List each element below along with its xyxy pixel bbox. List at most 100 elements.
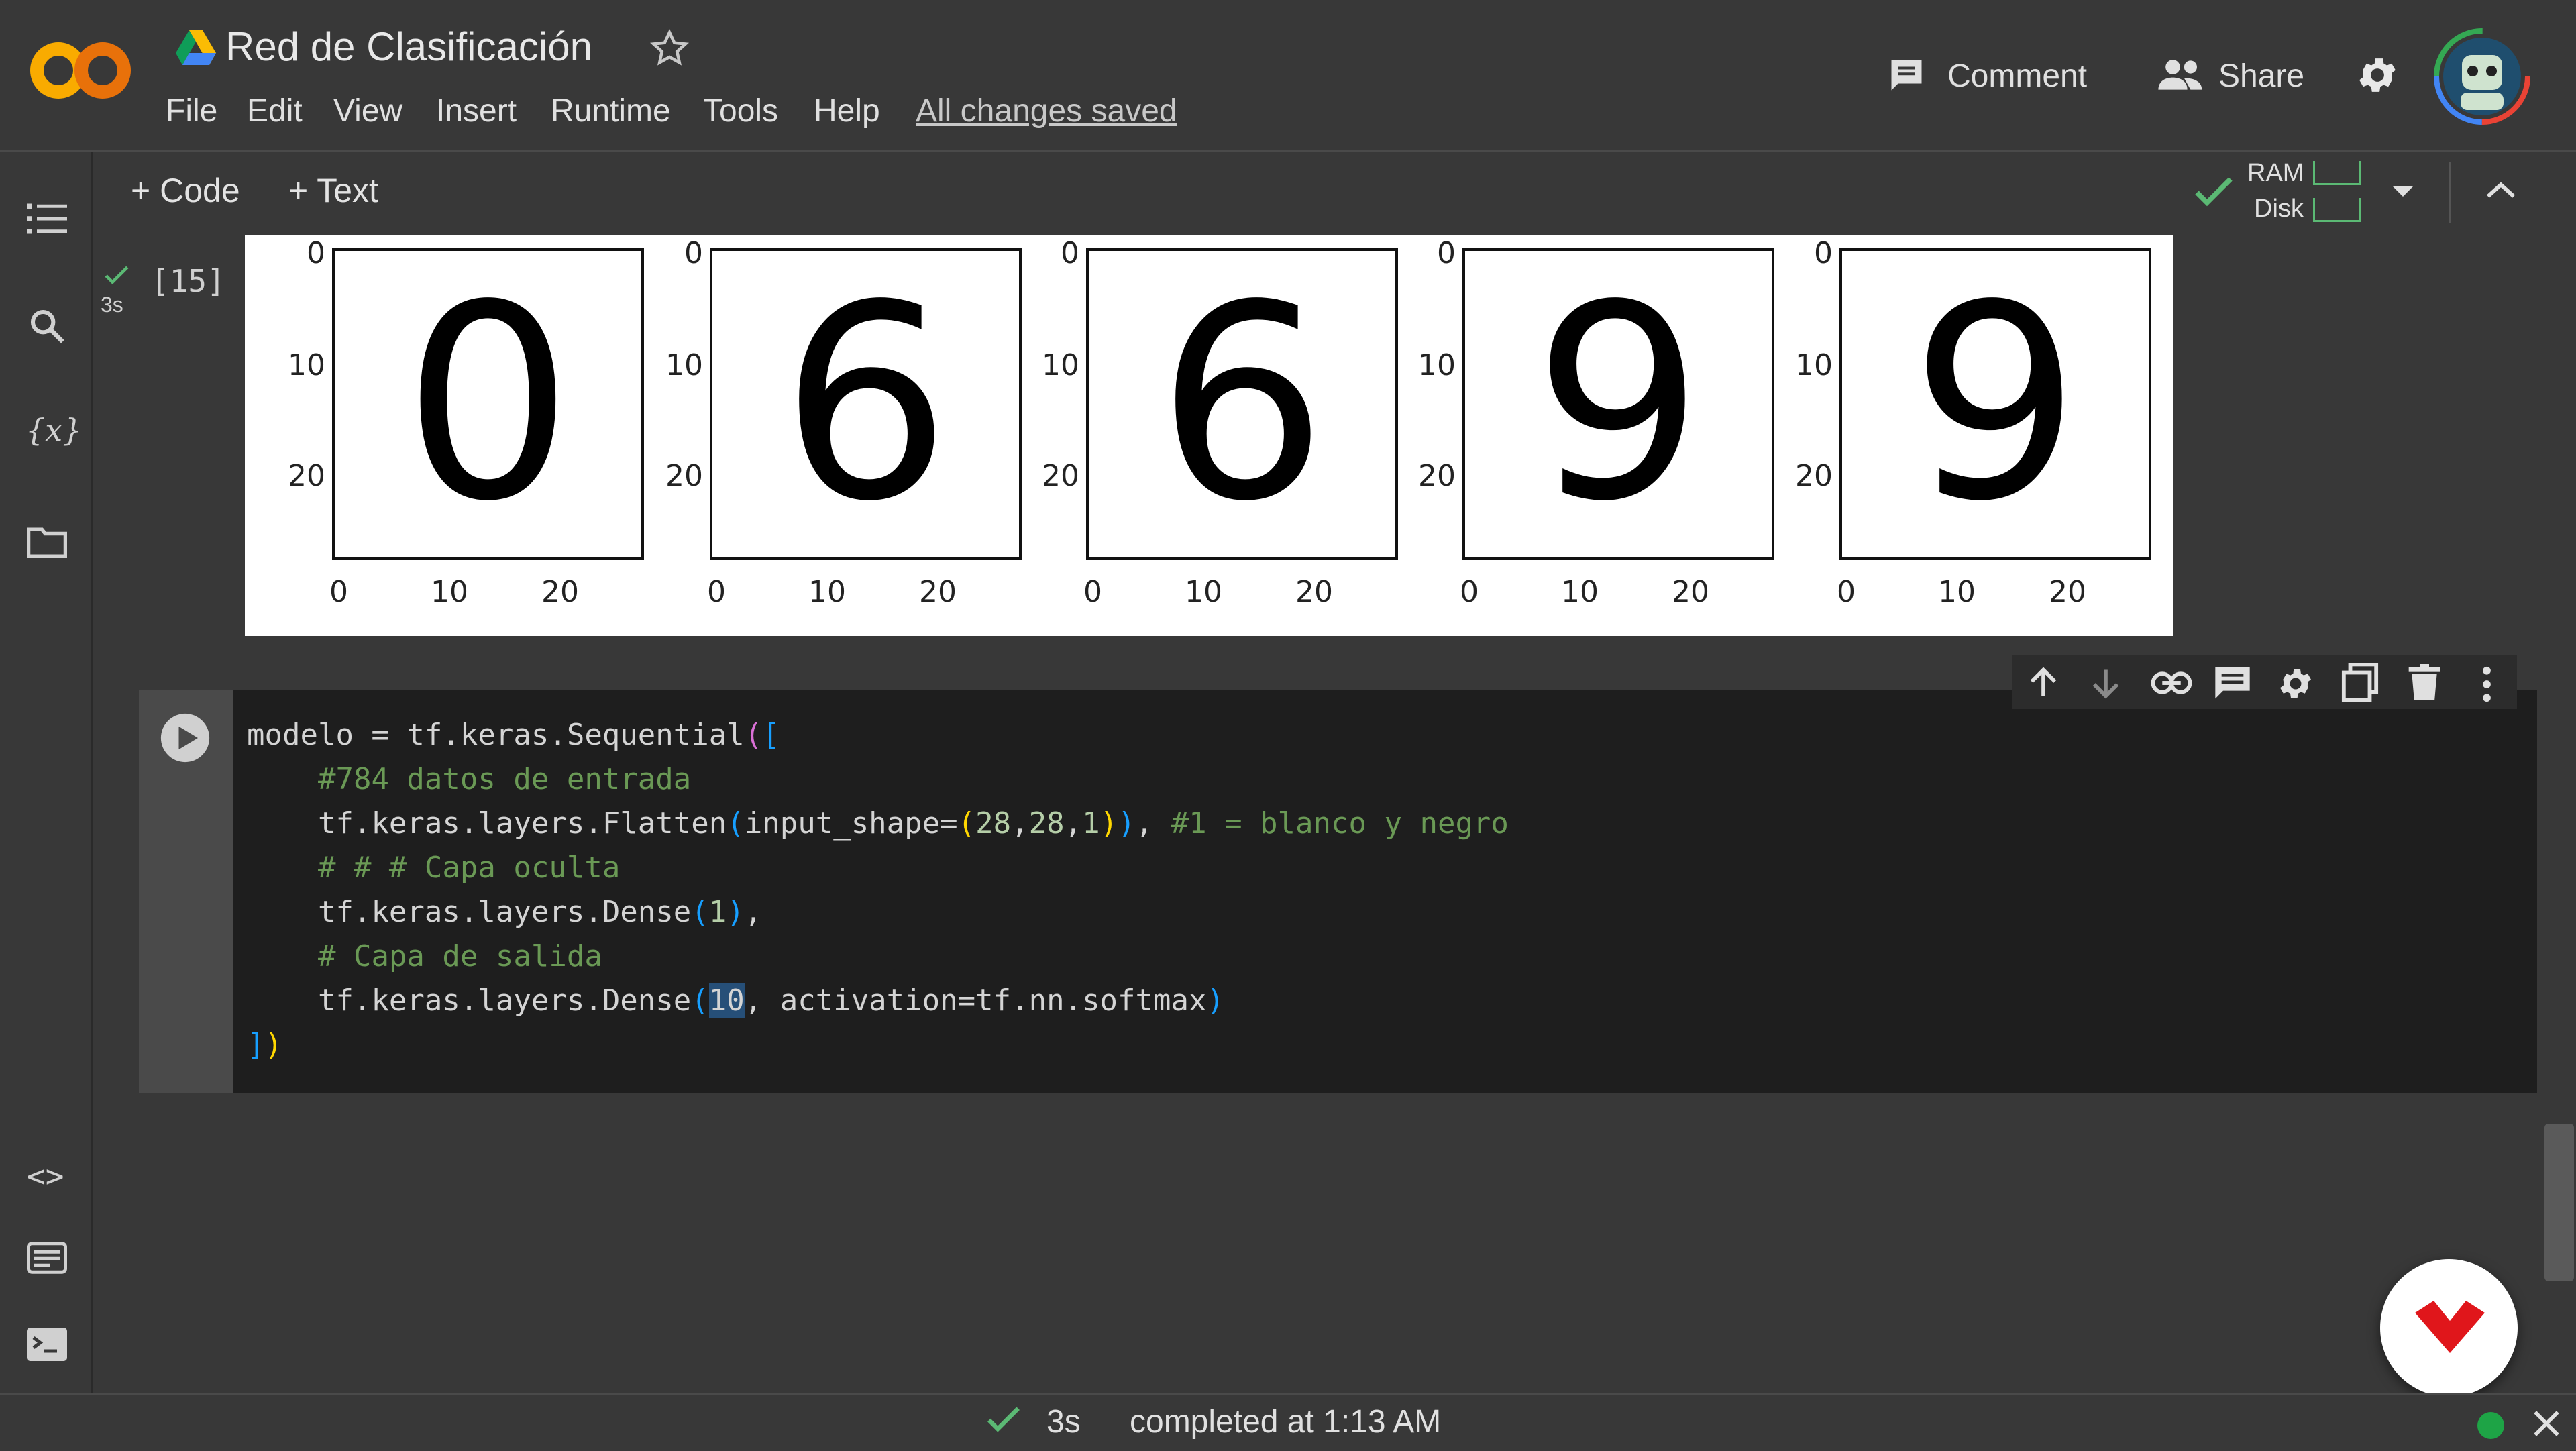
star-icon[interactable] [649, 28, 690, 68]
brand-logo-icon [2415, 1301, 2485, 1353]
code-token: ) [727, 895, 745, 929]
code-token: 1 [708, 895, 727, 929]
code-token: 10 [708, 983, 745, 1018]
menu-runtime[interactable]: Runtime [551, 93, 671, 129]
status-exec-time: 3s [1046, 1404, 1081, 1440]
ram-usage-bar[interactable] [2313, 161, 2361, 185]
cell-output-figure [245, 235, 2174, 636]
drive-icon[interactable] [176, 30, 216, 65]
code-line[interactable]: # # # Capa oculta [247, 846, 1509, 890]
code-token: ( [727, 806, 745, 841]
cell-exec-count: [15] [151, 263, 225, 299]
code-token: # Capa de salida [317, 939, 602, 973]
code-token: ) [264, 1028, 283, 1062]
variables-icon[interactable]: {x} [25, 412, 82, 448]
save-status-link[interactable]: All changes saved [916, 93, 1177, 129]
collapse-chevron-up-icon[interactable] [2485, 180, 2516, 200]
code-token: tf.keras.layers.Dense [317, 895, 692, 929]
add-code-button[interactable]: + Code [131, 171, 240, 210]
menu-tools[interactable]: Tools [703, 93, 778, 129]
code-token: ( [744, 718, 763, 752]
code-token: 28 [975, 806, 1012, 841]
connected-check-icon [2194, 176, 2234, 209]
code-editor[interactable]: modelo = tf.keras.Sequential([ #784 dato… [247, 713, 1509, 1067]
top-header: Red de Clasificación File Edit View Inse… [0, 0, 2576, 152]
menu-edit[interactable]: Edit [247, 93, 303, 129]
code-token: ( [691, 895, 709, 929]
add-text-button[interactable]: + Text [288, 171, 378, 210]
code-token: tf.keras.layers.Dense [317, 983, 692, 1018]
comment-icon[interactable] [1885, 55, 1928, 95]
code-token: ) [1118, 806, 1136, 841]
delete-trash-icon[interactable] [2408, 664, 2440, 702]
code-token: #1 = blanco y negro [1171, 806, 1509, 841]
user-avatar[interactable] [2434, 28, 2530, 125]
comment-button[interactable]: Comment [1947, 58, 2087, 95]
cell-success-check-icon [104, 265, 129, 286]
menu-view[interactable]: View [333, 93, 402, 129]
connection-status-dot[interactable] [2477, 1412, 2504, 1439]
disk-usage-bar[interactable] [2313, 198, 2361, 222]
add-comment-icon[interactable] [2214, 665, 2251, 700]
terminal-icon[interactable] [27, 1327, 67, 1362]
menu-help[interactable]: Help [814, 93, 880, 129]
link-icon[interactable] [2150, 667, 2193, 698]
add-text-label: Text [317, 172, 378, 209]
menu-file[interactable]: File [166, 93, 217, 129]
table-of-contents-icon[interactable] [27, 201, 67, 236]
run-cell-button[interactable] [160, 712, 211, 763]
left-sidebar: {x} <> [0, 152, 93, 1393]
resources-dropdown-icon[interactable] [2390, 182, 2416, 200]
command-palette-icon[interactable] [27, 1242, 67, 1274]
code-token: modelo = tf.keras.Sequential [247, 718, 745, 752]
files-folder-icon[interactable] [27, 526, 67, 558]
code-line[interactable]: #784 datos de entrada [247, 757, 1509, 802]
code-snippets-icon[interactable]: <> [27, 1158, 64, 1194]
code-token: ( [957, 806, 976, 841]
more-options-icon[interactable] [2479, 666, 2495, 702]
people-icon[interactable] [2157, 55, 2205, 95]
cell-settings-gear-icon[interactable] [2276, 664, 2315, 703]
status-check-icon [986, 1405, 1021, 1435]
code-token: ( [691, 983, 709, 1018]
move-up-arrow-icon[interactable] [2026, 664, 2061, 702]
code-token: [ [762, 718, 780, 752]
status-bar: 3s completed at 1:13 AM [0, 1393, 2576, 1451]
floating-brand-button[interactable] [2380, 1259, 2518, 1397]
code-line[interactable]: tf.keras.layers.Dense(10, activation=tf.… [247, 979, 1509, 1023]
code-token: #784 datos de entrada [317, 762, 692, 796]
status-completed-text[interactable]: completed at 1:13 AM [1130, 1403, 1441, 1440]
code-token: , [1064, 806, 1083, 841]
code-token: , [744, 895, 763, 929]
code-line[interactable]: # Capa de salida [247, 934, 1509, 979]
share-button[interactable]: Share [2218, 58, 2304, 95]
code-token: , [1135, 806, 1171, 841]
code-line[interactable]: modelo = tf.keras.Sequential([ [247, 713, 1509, 757]
code-token: 28 [1028, 806, 1065, 841]
code-token: 1 [1082, 806, 1100, 841]
code-token: ) [1206, 983, 1225, 1018]
notebook-title[interactable]: Red de Clasificación [225, 23, 592, 70]
code-line[interactable]: ]) [247, 1023, 1509, 1067]
search-icon[interactable] [28, 307, 66, 345]
colab-logo[interactable] [30, 37, 131, 104]
ram-label: RAM [2247, 159, 2304, 187]
code-line[interactable]: tf.keras.layers.Dense(1), [247, 890, 1509, 934]
move-down-arrow-icon[interactable] [2088, 664, 2123, 702]
code-token: # # # Capa oculta [317, 851, 621, 885]
code-token: , [1011, 806, 1029, 841]
mirror-cell-icon[interactable] [2341, 663, 2379, 702]
code-token: ] [247, 1028, 265, 1062]
code-token: tf.keras.layers.Flatten [317, 806, 727, 841]
disk-label: Disk [2254, 195, 2304, 223]
code-token: , activation=tf.nn.softmax [744, 983, 1207, 1018]
close-status-icon[interactable] [2532, 1409, 2561, 1438]
cell-exec-time: 3s [101, 292, 123, 317]
toolbar-divider [2449, 162, 2451, 223]
code-token: input_shape= [744, 806, 958, 841]
vertical-scrollbar-thumb[interactable] [2544, 1124, 2574, 1281]
code-line[interactable]: tf.keras.layers.Flatten(input_shape=(28,… [247, 802, 1509, 846]
code-token: ) [1099, 806, 1118, 841]
menu-insert[interactable]: Insert [436, 93, 517, 129]
settings-gear-icon[interactable] [2355, 52, 2400, 98]
